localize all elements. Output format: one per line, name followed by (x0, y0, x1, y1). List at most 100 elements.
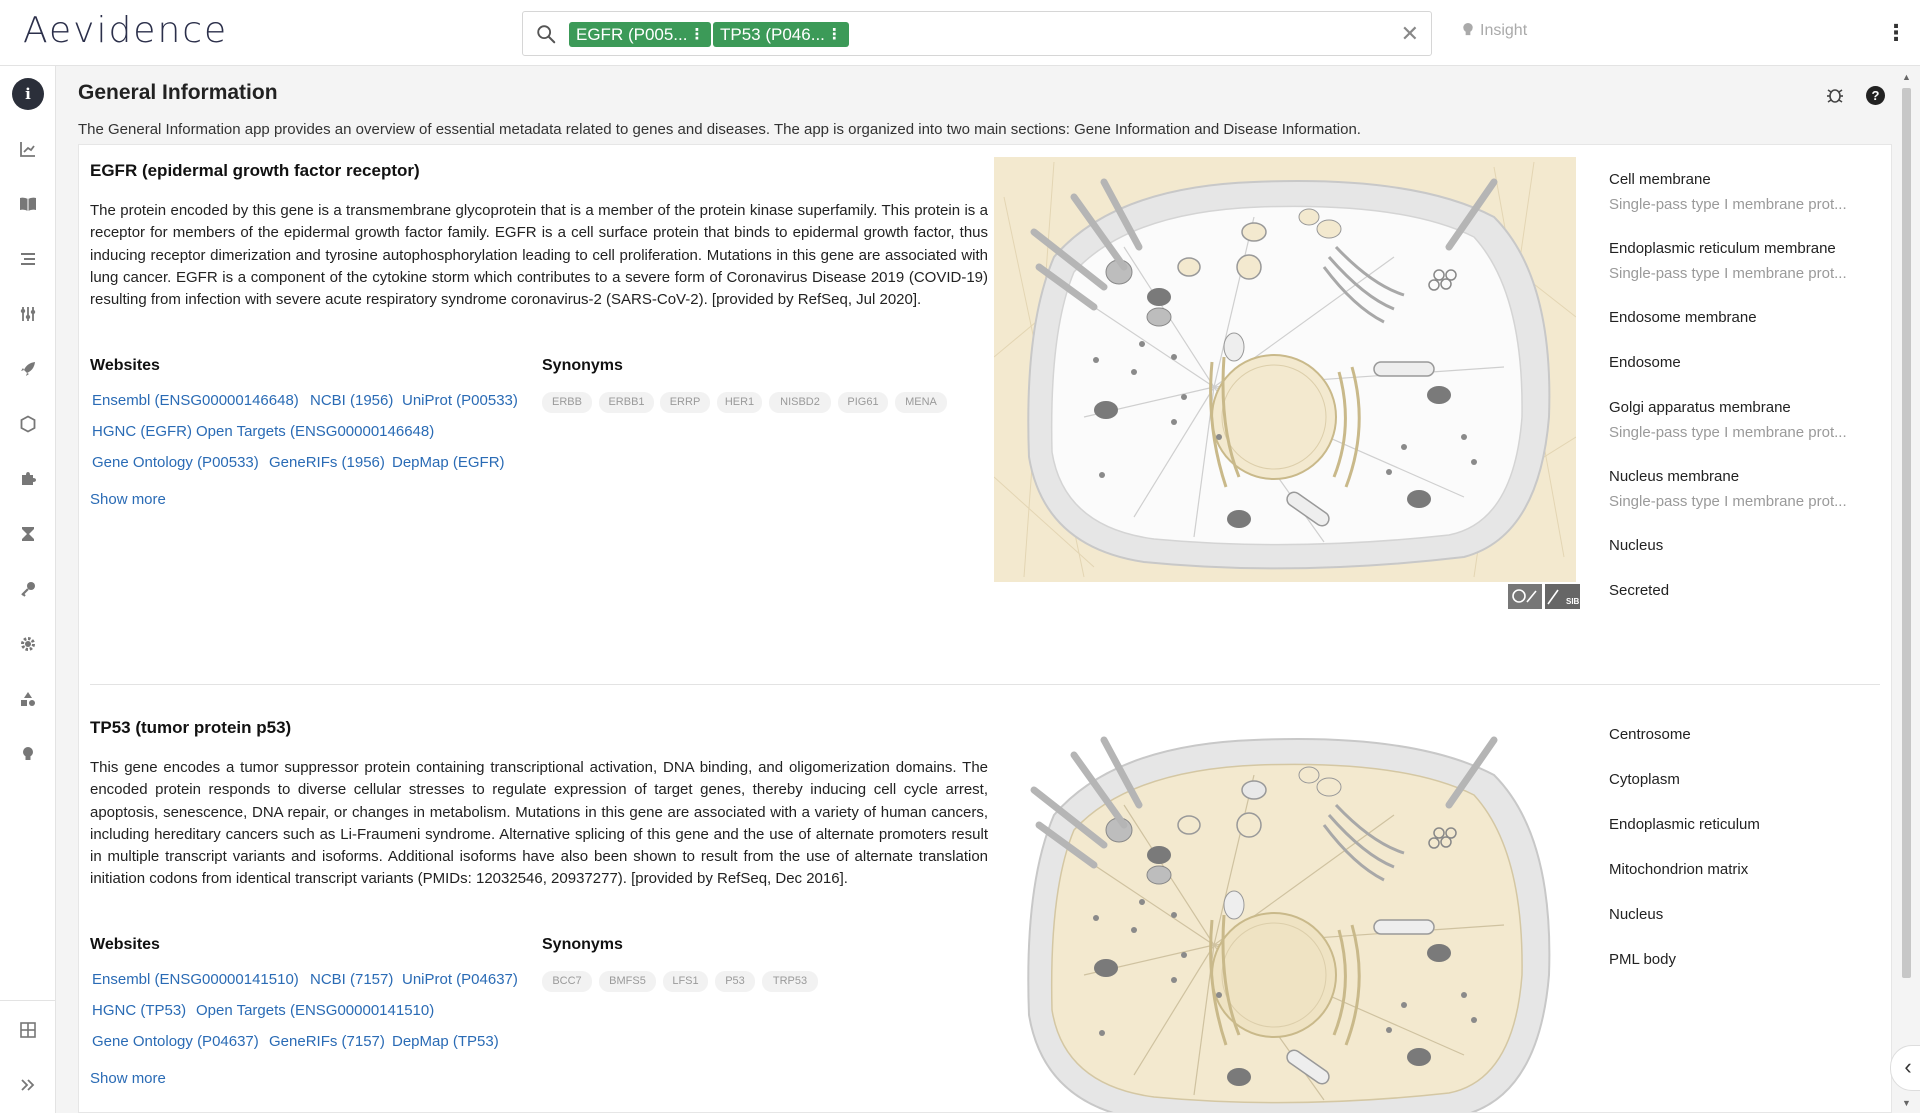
app-logo[interactable]: Aevidence (23, 10, 228, 51)
clear-search-icon[interactable]: ✕ (1401, 21, 1419, 47)
link-open-targets[interactable]: Open Targets (ENSG00000146648) (196, 423, 434, 440)
location-name: PML body (1609, 951, 1676, 968)
synonyms-heading: Synonyms (542, 936, 623, 953)
page-description: The General Information app provides an … (78, 121, 1361, 138)
scroll-thumb[interactable] (1902, 88, 1911, 978)
sib-attribution-logo[interactable]: SIB (1508, 584, 1580, 609)
websites-heading: Websites (90, 357, 160, 374)
sidebar-chart-icon[interactable] (12, 133, 44, 165)
gene-section-divider (90, 684, 1880, 685)
sidebar-hourglass-icon[interactable] (12, 518, 44, 550)
bug-report-icon[interactable] (1824, 84, 1846, 106)
app-root: Aevidence EGFR (P005... ⋮ TP53 (P046... … (0, 0, 1920, 1113)
sidebar-gear-icon[interactable] (12, 628, 44, 660)
cell-diagram-tp53 (994, 715, 1576, 1112)
page-title: General Information (78, 81, 278, 104)
scroll-up-icon[interactable]: ▲ (1902, 72, 1911, 82)
synonym-chip: LFS1 (663, 971, 708, 992)
link-depmap[interactable]: DepMap (EGFR) (392, 454, 505, 471)
sidebar-expand-icon[interactable] (12, 1069, 44, 1101)
synonym-chip: BMFS5 (599, 971, 656, 992)
location-name: Cytoplasm (1609, 771, 1680, 788)
location-detail: Single-pass type I membrane prot... (1609, 424, 1847, 441)
location-detail: Single-pass type I membrane prot... (1609, 265, 1847, 282)
sidebar-shapes-icon[interactable] (12, 683, 44, 715)
sidebar-puzzle-icon[interactable] (12, 463, 44, 495)
sidebar-book-icon[interactable] (12, 188, 44, 220)
top-bar: Aevidence EGFR (P005... ⋮ TP53 (P046... … (0, 0, 1920, 66)
chip-kebab-icon[interactable]: ⋮ (689, 22, 704, 47)
insight-label: Insight (1480, 22, 1528, 39)
link-depmap[interactable]: DepMap (TP53) (392, 1033, 499, 1050)
synonym-chip: ERRP (660, 392, 710, 413)
synonym-chip: NISBD2 (769, 392, 831, 413)
synonym-chip: MENA (895, 392, 947, 413)
search-chip-egfr[interactable]: EGFR (P005... ⋮ (569, 22, 712, 47)
gene-description-tp53: This gene encodes a tumor suppressor pro… (90, 759, 988, 888)
synonym-chip: BCC7 (542, 971, 592, 992)
cell-diagram-egfr (994, 157, 1576, 582)
websites-heading: Websites (90, 936, 160, 953)
link-open-targets[interactable]: Open Targets (ENSG00000141510) (196, 1002, 434, 1019)
sidebar-grid-icon[interactable] (12, 1014, 44, 1046)
show-more-link[interactable]: Show more (90, 1070, 166, 1087)
sidebar-sliders-icon[interactable] (12, 298, 44, 330)
scroll-down-icon[interactable]: ▼ (1902, 1098, 1911, 1108)
synonym-chip: P53 (715, 971, 755, 992)
location-name: Mitochondrion matrix (1609, 861, 1749, 878)
link-ensembl[interactable]: Ensembl (ENSG00000146648) (92, 392, 299, 409)
location-name: Endosome membrane (1609, 309, 1757, 326)
chip-label: EGFR (P005... (576, 25, 688, 44)
link-hgnc[interactable]: HGNC (EGFR) (92, 423, 192, 440)
page-scrollbar[interactable]: ▲ ▼ (1899, 72, 1913, 1108)
gene-info-panel: EGFR (epidermal growth factor receptor) … (78, 144, 1892, 1113)
gene-description-egfr: The protein encoded by this gene is a tr… (90, 202, 988, 309)
insight-button[interactable]: Insight (1462, 22, 1527, 40)
location-name: Golgi apparatus membrane (1609, 399, 1791, 416)
link-gene-ontology[interactable]: Gene Ontology (P00533) (92, 454, 259, 471)
more-menu-icon[interactable]: ⋮ (1885, 18, 1907, 48)
sidebar-bulb-icon[interactable] (12, 738, 44, 770)
location-name: Nucleus (1609, 537, 1664, 554)
collapse-panel-chevron-icon[interactable]: ‹ (1890, 1045, 1920, 1091)
location-name: Endosome (1609, 354, 1681, 371)
search-bar[interactable]: EGFR (P005... ⋮ TP53 (P046... ⋮ ✕ (522, 11, 1432, 56)
link-ncbi[interactable]: NCBI (1956) (310, 392, 393, 409)
location-detail: Single-pass type I membrane prot... (1609, 493, 1847, 510)
sidebar-info-icon[interactable]: i (12, 78, 44, 110)
synonym-chip: TRP53 (762, 971, 818, 992)
sidebar-divider (0, 1000, 56, 1001)
synonym-chip: PIG61 (838, 392, 888, 413)
link-uniprot[interactable]: UniProt (P00533) (402, 392, 518, 409)
synonym-chip: HER1 (717, 392, 762, 413)
link-uniprot[interactable]: UniProt (P04637) (402, 971, 518, 988)
location-name: Nucleus membrane (1609, 468, 1740, 485)
sidebar-list-icon[interactable] (12, 243, 44, 275)
location-name: Endoplasmic reticulum (1609, 816, 1760, 833)
sidebar: i (0, 66, 56, 1113)
link-ensembl[interactable]: Ensembl (ENSG00000141510) (92, 971, 299, 988)
link-generifs[interactable]: GeneRIFs (1956) (269, 454, 385, 471)
nucleus-shape (1211, 912, 1337, 1038)
location-name: Secreted (1609, 582, 1670, 599)
link-gene-ontology[interactable]: Gene Ontology (P04637) (92, 1033, 259, 1050)
link-hgnc[interactable]: HGNC (TP53) (92, 1002, 186, 1019)
synonyms-heading: Synonyms (542, 357, 623, 374)
sidebar-hexagon-icon[interactable] (12, 408, 44, 440)
link-ncbi[interactable]: NCBI (7157) (310, 971, 393, 988)
location-name: Centrosome (1609, 726, 1691, 743)
sidebar-rocket-icon[interactable] (12, 353, 44, 385)
synonym-chip: ERBB1 (599, 392, 654, 413)
location-name: Endoplasmic reticulum membrane (1609, 240, 1836, 257)
link-generifs[interactable]: GeneRIFs (7157) (269, 1033, 385, 1050)
location-detail: Single-pass type I membrane prot... (1609, 196, 1847, 213)
location-name: Cell membrane (1609, 171, 1711, 188)
nucleus-shape (1211, 354, 1337, 480)
show-more-link[interactable]: Show more (90, 491, 166, 508)
gene-title-tp53: TP53 (tumor protein p53) (90, 718, 292, 737)
search-icon (537, 25, 556, 44)
help-icon[interactable]: ? (1866, 86, 1885, 105)
sidebar-key-icon[interactable] (12, 573, 44, 605)
search-chip-tp53[interactable]: TP53 (P046... ⋮ (713, 22, 849, 47)
chip-kebab-icon[interactable]: ⋮ (827, 22, 842, 47)
